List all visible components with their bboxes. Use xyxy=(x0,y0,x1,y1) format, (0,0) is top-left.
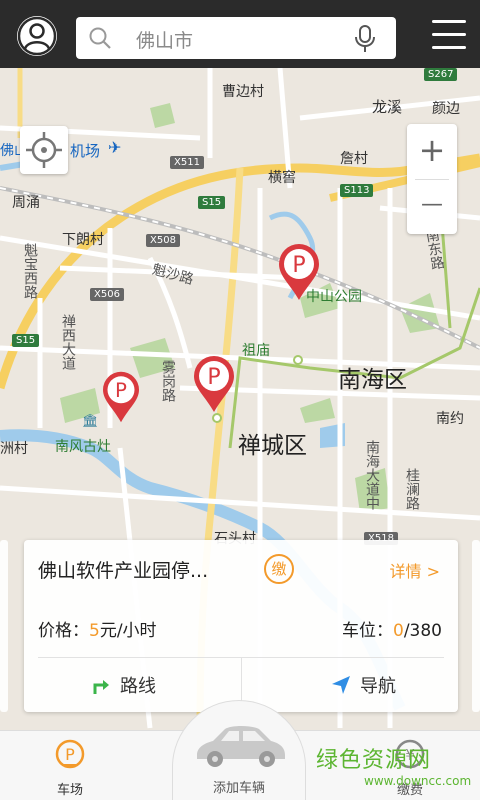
price-value: 5 xyxy=(89,621,100,641)
parking-name: 佛山软件产业园停... xyxy=(38,560,209,582)
details-link[interactable]: 详情 > xyxy=(390,558,441,582)
map-label: 机场 xyxy=(70,142,101,160)
navigation-arrow-icon xyxy=(332,676,350,694)
district-label: 禅城区 xyxy=(238,433,307,459)
road-shield: S15 xyxy=(198,196,226,209)
district-label: 南海区 xyxy=(338,367,407,393)
microphone-icon[interactable] xyxy=(354,25,376,53)
parking-icon: P xyxy=(55,739,85,769)
map-label: 南约 xyxy=(436,411,464,427)
map-label: 詹村 xyxy=(340,151,368,167)
map-label: 禅西大道 xyxy=(60,314,76,370)
spots-label: 车位： xyxy=(341,621,393,641)
map-label: 龙溪 xyxy=(372,98,403,116)
price-label: 价格： xyxy=(38,621,89,641)
top-bar: 佛山市 xyxy=(0,0,480,68)
airport-icon: ✈ xyxy=(108,138,122,157)
map-label: 南海大道中 xyxy=(364,440,380,510)
svg-text:P: P xyxy=(207,365,220,390)
add-car-label: 添加车辆 xyxy=(212,781,265,796)
prev-card-edge[interactable] xyxy=(0,540,8,712)
locate-crosshair-icon[interactable] xyxy=(20,126,68,174)
nav-label: 导航 xyxy=(360,676,396,697)
map-label: 周涌 xyxy=(12,195,40,211)
road-shield: S113 xyxy=(340,184,374,197)
zoom-out-button[interactable]: — xyxy=(407,179,457,234)
price-info: 价格：5元/小时 xyxy=(38,616,157,641)
spots-available: 0 xyxy=(392,621,404,641)
road-shield: X508 xyxy=(146,234,180,247)
price-unit: 元/小时 xyxy=(99,621,157,641)
road-shield: X511 xyxy=(170,156,204,169)
parking-pin[interactable]: P xyxy=(276,242,322,302)
zoom-control: + — xyxy=(407,124,457,234)
svg-text:P: P xyxy=(65,745,75,764)
pay-icon: ¥ xyxy=(395,739,425,769)
spots-info: 车位：0/380 xyxy=(342,616,442,641)
map-label: 曹边村 xyxy=(222,84,264,100)
search-icon xyxy=(89,27,111,49)
route-label: 路线 xyxy=(120,676,156,697)
tab-parking[interactable]: P 车场 xyxy=(30,731,110,800)
map-label: 南风古灶 xyxy=(55,439,111,455)
route-icon xyxy=(93,680,109,694)
spots-total: /380 xyxy=(403,621,442,641)
parking-pin[interactable]: P xyxy=(100,370,142,424)
map-label: 雾岗路 xyxy=(160,360,176,402)
map-label: 魁宝西路 xyxy=(22,243,38,299)
map-label: 祖庙 xyxy=(242,343,270,359)
road-shield: S267 xyxy=(424,68,458,81)
tab-label: 缴费 xyxy=(396,783,423,798)
map-label: 横窖 xyxy=(268,170,296,186)
car-icon xyxy=(197,726,285,767)
search-input[interactable]: 佛山市 xyxy=(136,26,193,53)
parking-pin-selected[interactable]: P xyxy=(191,354,237,414)
next-card-edge[interactable] xyxy=(472,540,480,712)
navigate-button[interactable]: 导航 xyxy=(242,658,458,712)
road-shield: X506 xyxy=(90,288,124,301)
map-label: 桂澜路 xyxy=(404,468,420,510)
parking-info-card[interactable]: 佛山软件产业园停... 缴 详情 > 价格：5元/小时 车位：0/380 路线 … xyxy=(24,540,458,712)
map-label: 洲村 xyxy=(0,441,28,457)
hamburger-menu-icon[interactable] xyxy=(432,20,466,50)
zoom-in-button[interactable]: + xyxy=(407,124,457,179)
user-icon[interactable] xyxy=(17,16,57,56)
svg-text:P: P xyxy=(292,253,305,278)
tab-label: 车场 xyxy=(56,783,83,798)
map-label: 颜边 xyxy=(432,101,460,117)
search-bar[interactable]: 佛山市 xyxy=(76,17,396,59)
road-shield: S15 xyxy=(12,334,40,347)
museum-icon: 🏛 xyxy=(82,414,99,429)
route-button[interactable]: 路线 xyxy=(24,658,241,712)
pay-badge: 缴 xyxy=(264,554,294,584)
svg-text:¥: ¥ xyxy=(405,746,415,764)
svg-text:P: P xyxy=(115,379,127,402)
map-label: 下朗村 xyxy=(62,232,104,248)
tab-pay[interactable]: ¥ 缴费 xyxy=(370,731,450,800)
